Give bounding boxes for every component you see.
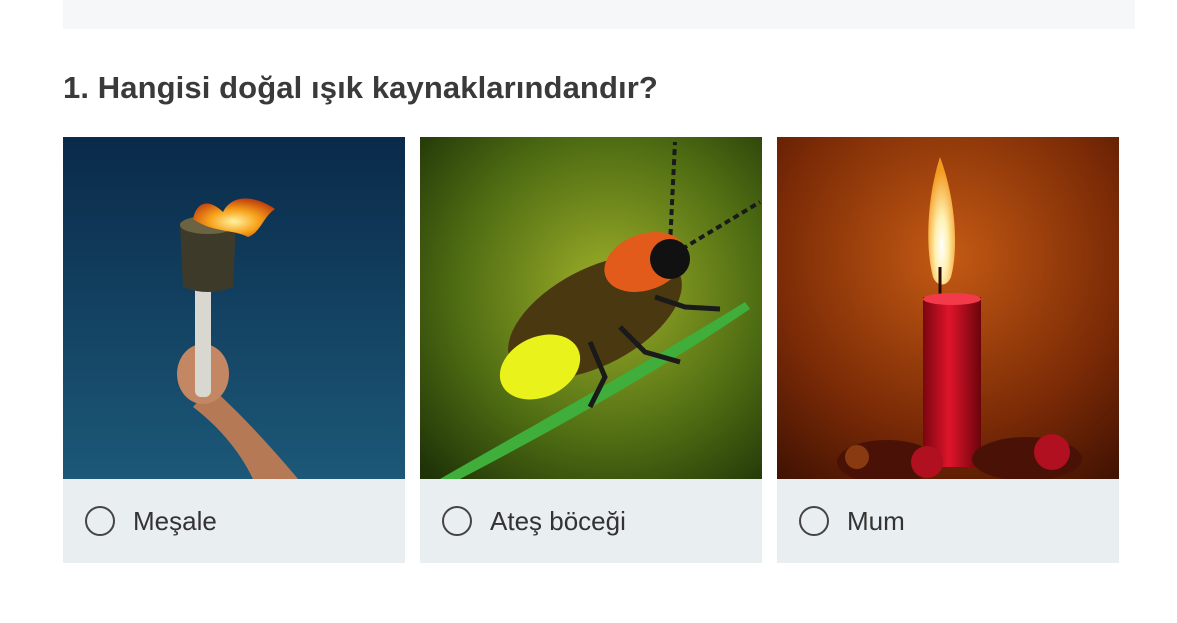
option-card-candle[interactable]: Mum <box>777 137 1119 563</box>
radio-button[interactable] <box>442 506 472 536</box>
option-label: Meşale <box>133 505 217 536</box>
torch-image <box>63 137 405 479</box>
radio-button[interactable] <box>799 506 829 536</box>
answer-options: Meşale Ateş böceği Mum <box>63 137 1119 563</box>
radio-button[interactable] <box>85 506 115 536</box>
option-label: Mum <box>847 505 905 536</box>
option-card-torch[interactable]: Meşale <box>63 137 405 563</box>
option-row[interactable]: Meşale <box>63 479 405 563</box>
option-row[interactable]: Ateş böceği <box>420 479 762 563</box>
firefly-image <box>420 137 762 479</box>
option-label: Ateş böceği <box>490 505 626 536</box>
question-title: 1. Hangisi doğal ışık kaynaklarındandır? <box>63 70 658 105</box>
candle-image <box>777 137 1119 479</box>
top-strip <box>63 0 1135 29</box>
option-card-firefly[interactable]: Ateş böceği <box>420 137 762 563</box>
option-row[interactable]: Mum <box>777 479 1119 563</box>
